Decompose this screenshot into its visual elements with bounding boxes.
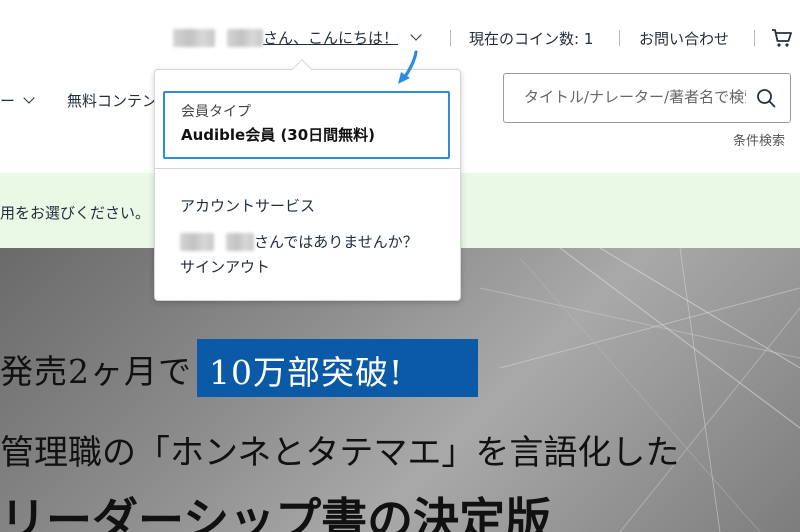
blurred-username: [173, 28, 215, 47]
blurred-username: [227, 28, 263, 47]
divider: [754, 30, 755, 46]
annotation-arrow-icon: [398, 50, 418, 84]
hero-highlight-text: 10万部突破!: [209, 353, 404, 392]
advanced-search-link[interactable]: 条件検索: [733, 130, 785, 149]
account-dropdown: 会員タイプ Audible会員 (30日間無料) アカウントサービス さんではあ…: [154, 69, 461, 301]
nav-category-menu[interactable]: ー: [0, 90, 35, 111]
coin-count-link[interactable]: 現在のコイン数: 1: [469, 28, 593, 49]
divider: [619, 30, 620, 46]
signout-link[interactable]: サインアウト: [180, 256, 270, 277]
divider: [450, 30, 451, 46]
hero-headline-3: リーダーシップ書の決定版: [0, 493, 552, 532]
account-greeting-menu[interactable]: さん、こんにちは！: [173, 27, 422, 48]
dropdown-divider: [155, 168, 460, 169]
search-box: [503, 73, 791, 123]
not-you-suffix: さんではありませんか？: [254, 233, 418, 251]
nav-free-content[interactable]: 無料コンテンツ: [67, 90, 155, 111]
search-icon[interactable]: [756, 88, 776, 108]
hero-headline-2: 管理職の「ホンネとタテマエ」を言語化した: [0, 433, 680, 473]
hero-highlight-box: 10万部突破!: [197, 339, 478, 397]
hero-headline-1: 発売2ヶ月で: [0, 352, 192, 391]
account-service-link[interactable]: アカウントサービス: [180, 195, 315, 216]
member-type-label: 会員タイプ: [181, 104, 251, 120]
member-type-value: Audible会員 (30日間無料): [181, 126, 376, 144]
blurred-username: [180, 232, 214, 251]
greeting-text: さん、こんにちは！: [263, 29, 399, 47]
chevron-down-icon: [23, 92, 35, 104]
nav-category-label: ー: [0, 92, 16, 110]
contact-link[interactable]: お問い合わせ: [639, 28, 729, 49]
cart-icon[interactable]: [771, 28, 793, 48]
banner-text: 用をお選びください。: [0, 204, 151, 222]
not-you-text: さんではありませんか？: [180, 231, 418, 252]
member-type-box[interactable]: 会員タイプ Audible会員 (30日間無料): [163, 91, 450, 159]
chevron-down-icon: [410, 29, 422, 41]
search-input[interactable]: [524, 88, 746, 106]
blurred-username: [226, 232, 254, 251]
